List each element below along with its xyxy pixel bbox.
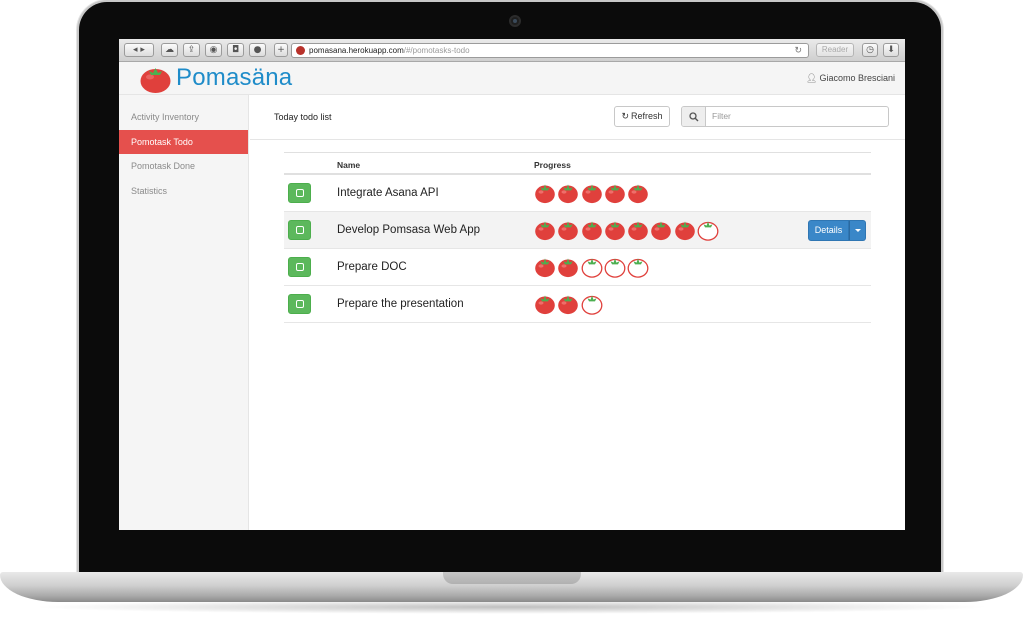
tomato-filled-icon: [605, 184, 625, 204]
url-path: /#/pomotasks-todo: [403, 46, 470, 55]
extension-icon[interactable]: ●: [249, 43, 266, 57]
back-forward-buttons[interactable]: ◂ ▸: [124, 43, 154, 57]
page-title: Today todo list: [274, 112, 332, 122]
reader-button[interactable]: Reader: [816, 43, 854, 57]
cloud-icon[interactable]: ☁: [161, 43, 178, 57]
sidebar-item-activity-inventory[interactable]: Activity Inventory: [119, 105, 248, 130]
tomato-filled-icon: [535, 221, 555, 241]
tomato-filled-icon: [651, 221, 672, 241]
app-header: Pomasäna 👤︎ Giacomo Bresciani: [119, 62, 905, 95]
tomato-filled-icon: [605, 221, 625, 241]
tomato-filled-icon: [558, 258, 579, 278]
laptop-shadow: [30, 600, 993, 614]
tomato-outline-icon: [697, 221, 719, 241]
sidebar-item-pomotask-done[interactable]: Pomotask Done: [119, 154, 248, 179]
screen: ◂ ▸ ☁ ⇪ ◉ ◘ ● + pomasana.herokuapp.com/#…: [119, 39, 905, 530]
new-tab-icon[interactable]: +: [274, 43, 288, 57]
user-name: Giacomo Bresciani: [819, 73, 895, 83]
tomato-filled-icon: [628, 184, 648, 204]
tomato-outline-icon: [627, 258, 649, 278]
favicon-icon: [296, 46, 305, 55]
tomato-filled-icon: [535, 184, 555, 204]
laptop-notch: [443, 572, 581, 584]
progress-tomatoes: [534, 182, 650, 206]
user-icon: 👤︎: [806, 73, 818, 83]
tomato-filled-icon: [535, 295, 555, 315]
complete-task-button[interactable]: [288, 220, 311, 240]
filter-input[interactable]: Filter: [712, 111, 731, 121]
tomato-logo-icon[interactable]: [139, 64, 172, 94]
complete-task-button[interactable]: [288, 257, 311, 277]
search-icon: [682, 107, 706, 126]
table-row[interactable]: Develop Pomsasa Web App Details: [284, 212, 871, 249]
table-row[interactable]: Prepare the presentation: [284, 286, 871, 323]
main-content: Today todo list ↻ Refresh Filter Name Pro…: [250, 95, 905, 530]
main-toolbar: Today todo list ↻ Refresh Filter: [250, 95, 905, 140]
progress-tomatoes: [534, 293, 604, 317]
tomato-filled-icon: [558, 184, 579, 204]
task-name: Prepare the presentation: [337, 298, 464, 310]
tasks-table: Name Progress Integrate Asana API Develo…: [284, 152, 871, 323]
browser-toolbar: ◂ ▸ ☁ ⇪ ◉ ◘ ● + pomasana.herokuapp.com/#…: [119, 39, 905, 62]
task-name: Prepare DOC: [337, 261, 407, 273]
table-row[interactable]: Prepare DOC: [284, 249, 871, 286]
column-header-name: Name: [337, 160, 361, 170]
reload-icon[interactable]: ↻: [794, 44, 802, 57]
column-header-progress: Progress: [534, 160, 571, 170]
tomato-filled-icon: [535, 258, 555, 278]
tomato-outline-icon: [604, 258, 626, 278]
url-host: pomasana.herokuapp.com: [309, 46, 404, 55]
tomato-filled-icon: [581, 221, 602, 241]
sidebar-item-pomotask-todo[interactable]: Pomotask Todo: [119, 129, 248, 154]
history-icon[interactable]: ◷: [862, 43, 878, 57]
task-name: Develop Pomsasa Web App: [337, 224, 480, 236]
refresh-label: Refresh: [631, 111, 663, 121]
details-button[interactable]: Details: [808, 220, 849, 241]
camera-icon: [509, 15, 521, 27]
sidebar: Activity Inventory Pomotask Todo Pomotas…: [119, 95, 249, 530]
address-bar[interactable]: pomasana.herokuapp.com/#/pomotasks-todo …: [291, 43, 809, 58]
share-icon[interactable]: ⇪: [183, 43, 200, 57]
download-icon[interactable]: ⬇: [883, 43, 899, 57]
table-row[interactable]: Integrate Asana API: [284, 175, 871, 212]
tomato-filled-icon: [674, 221, 695, 241]
sidebar-item-statistics[interactable]: Statistics: [119, 179, 248, 204]
tomato-filled-icon: [581, 184, 602, 204]
brand-name[interactable]: Pomasäna: [176, 64, 292, 92]
tomato-filled-icon: [628, 221, 648, 241]
progress-tomatoes: [534, 256, 650, 280]
bookmark-icon[interactable]: ◉: [205, 43, 222, 57]
refresh-icon: ↻: [621, 111, 630, 121]
refresh-button[interactable]: ↻ Refresh: [614, 106, 670, 127]
tomato-filled-icon: [558, 221, 579, 241]
task-name: Integrate Asana API: [337, 187, 439, 199]
tomato-outline-icon: [581, 258, 603, 278]
progress-tomatoes: [534, 219, 720, 243]
complete-task-button[interactable]: [288, 183, 311, 203]
tomato-outline-icon: [581, 295, 603, 315]
chevron-down-icon[interactable]: [849, 220, 866, 241]
table-header: Name Progress: [284, 152, 871, 175]
filter-field[interactable]: Filter: [681, 106, 889, 127]
tomato-filled-icon: [558, 295, 579, 315]
complete-task-button[interactable]: [288, 294, 311, 314]
pocket-icon[interactable]: ◘: [227, 43, 244, 57]
user-menu[interactable]: 👤︎ Giacomo Bresciani: [806, 73, 895, 84]
